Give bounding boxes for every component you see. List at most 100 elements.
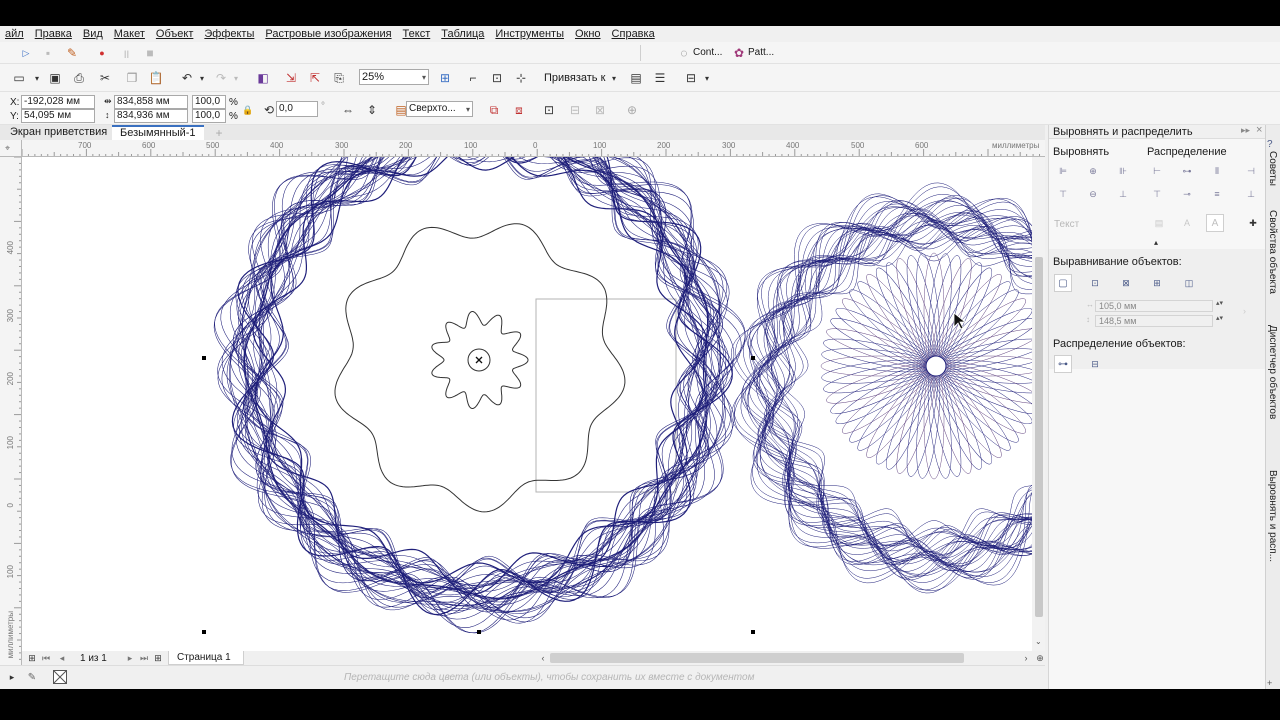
order-select[interactable]: Сверхто... ▾ <box>406 101 473 117</box>
lock-ratio-icon[interactable]: 🔒 <box>240 102 256 118</box>
record-macro-icon[interactable]: ✎ <box>64 45 80 61</box>
wavy-outline-shape[interactable] <box>334 223 626 513</box>
align-point-icon[interactable]: ◫ <box>1182 276 1196 290</box>
scroll-left-icon[interactable]: ‹ <box>535 650 551 666</box>
import-icon[interactable]: ⇲ <box>283 70 299 86</box>
chevron-down-icon[interactable]: ▾ <box>606 70 622 86</box>
contour-tab[interactable]: Cont... <box>693 47 722 58</box>
add-docker-icon[interactable]: + <box>1267 678 1272 688</box>
redo-icon[interactable]: ↷ <box>213 70 229 86</box>
undo-dropdown-icon[interactable]: ▾ <box>194 70 210 86</box>
align-y-field[interactable]: 148,5 мм <box>1095 315 1213 327</box>
y-position-field[interactable]: 54,095 мм <box>21 109 95 123</box>
options-icon[interactable]: ▤ <box>628 70 644 86</box>
zoom-select[interactable]: 25% ▾ <box>359 69 429 85</box>
text-baseline-icon[interactable]: ▤ <box>1152 216 1166 230</box>
redo-dropdown-icon[interactable]: ▾ <box>228 70 244 86</box>
x-position-field[interactable]: -192,028 мм <box>21 95 95 109</box>
vertical-ruler[interactable]: 400 300 200 100 0 100 миллиметры <box>0 157 22 665</box>
side-tab-hints[interactable]: Советы <box>1267 151 1278 186</box>
menu-effects[interactable]: Эффекты <box>199 28 260 40</box>
prev-page-icon[interactable]: ◂ <box>54 650 70 666</box>
align-x-field[interactable]: 105,0 мм <box>1095 300 1213 312</box>
cut-icon[interactable]: ✂ <box>97 70 113 86</box>
scale-height-field[interactable]: 100,0 <box>192 109 226 123</box>
grid-icon[interactable]: ⊡ <box>489 70 505 86</box>
undo-icon[interactable]: ↶ <box>179 70 195 86</box>
distribute-center-h-icon[interactable]: ⊶ <box>1180 164 1194 178</box>
copy-icon[interactable]: ❐ <box>124 70 140 86</box>
pause-icon[interactable]: ॥ <box>118 45 134 61</box>
distribute-left-icon[interactable]: ⊢ <box>1150 164 1164 178</box>
zoom-navigator-icon[interactable]: ⊕ <box>1032 650 1048 666</box>
angle-field[interactable]: 0,0 <box>276 101 318 117</box>
launch-icon[interactable]: ⊟ <box>683 70 699 86</box>
rulers-icon[interactable]: ⌐ <box>465 70 481 86</box>
palette-menu-icon[interactable]: ▸ <box>4 669 20 685</box>
menu-view[interactable]: Вид <box>78 28 109 40</box>
distribute-right-icon[interactable]: ⊣ <box>1244 164 1258 178</box>
stop-icon[interactable]: ▪ <box>40 45 56 61</box>
align-grid-icon[interactable]: ⊞ <box>1150 276 1164 290</box>
menu-edit[interactable]: Правка <box>30 28 78 40</box>
side-tab-object-manager[interactable]: Диспетчер объектов <box>1267 325 1278 419</box>
mirror-vertical-icon[interactable]: ⇕ <box>364 102 380 118</box>
publish-pdf-icon[interactable]: ⎘ <box>331 70 347 86</box>
no-color-swatch[interactable] <box>53 670 67 684</box>
snap-to-button[interactable]: Привязать к <box>544 72 605 84</box>
menu-bitmaps[interactable]: Растровые изображения <box>260 28 397 40</box>
tab-welcome-screen[interactable]: Экран приветствия <box>2 125 115 140</box>
align-page-edge-icon[interactable]: ⊡ <box>1088 276 1102 290</box>
page-tab[interactable]: Страница 1 <box>168 651 244 665</box>
pattern-tab[interactable]: Patt... <box>748 47 774 58</box>
side-tab-object-properties[interactable]: Свойства объекта <box>1267 210 1278 294</box>
menu-tools[interactable]: Инструменты <box>490 28 570 40</box>
menu-window[interactable]: Окно <box>570 28 607 40</box>
collapse-icon[interactable]: ▸▸ <box>1241 125 1250 136</box>
add-tab-icon[interactable]: + <box>211 125 227 141</box>
menu-object[interactable]: Объект <box>151 28 199 40</box>
menu-file[interactable]: айл <box>0 28 30 40</box>
scale-width-field[interactable]: 100,0 <box>192 95 226 109</box>
play-icon[interactable]: ▷ <box>18 45 34 61</box>
paste-icon[interactable]: 📋 <box>148 70 164 86</box>
distribute-selection-button[interactable]: ⊶ <box>1054 355 1072 373</box>
menu-layout[interactable]: Макет <box>109 28 151 40</box>
add-page-after-icon[interactable]: ⊞ <box>150 650 166 666</box>
side-tab-align-distribute[interactable]: Выровнять и расп... <box>1267 470 1278 562</box>
width-field[interactable]: 834,858 мм <box>114 95 188 109</box>
combine-icon[interactable]: ⊡ <box>541 102 557 118</box>
pin-icon[interactable]: ✚ <box>1246 216 1260 230</box>
align-right-icon[interactable]: ⊪ <box>1116 164 1130 178</box>
distribute-page-icon[interactable]: ⊟ <box>1088 357 1102 371</box>
align-active-objects-button[interactable]: ▢ <box>1054 274 1072 292</box>
align-center-v-icon[interactable]: ⊖ <box>1086 187 1100 201</box>
drawing-canvas[interactable] <box>22 157 1032 651</box>
chevron-down-icon[interactable]: ▾ <box>29 70 45 86</box>
horizontal-ruler[interactable]: 700 600 500 400 300 200 100 0 100 200 30… <box>22 140 1045 157</box>
break-apart-icon[interactable]: ⊟ <box>567 102 583 118</box>
align-page-center-icon[interactable]: ⊠ <box>1119 276 1133 290</box>
add-icon[interactable]: ⊕ <box>624 102 640 118</box>
vertical-scroll-thumb[interactable] <box>1035 257 1043 617</box>
new-icon[interactable]: ▭ <box>11 70 27 86</box>
menu-text[interactable]: Текст <box>398 28 437 40</box>
align-bottom-icon[interactable]: ⊥ <box>1116 187 1130 201</box>
chevron-up-icon[interactable]: ▴ <box>1154 238 1158 247</box>
align-center-h-icon[interactable]: ⊕ <box>1086 164 1100 178</box>
group-icon[interactable]: ⧉ <box>486 102 502 118</box>
first-page-icon[interactable]: ⏮ <box>38 650 54 666</box>
star-shape[interactable] <box>431 311 529 409</box>
align-top-icon[interactable]: ⊤ <box>1056 187 1070 201</box>
guidelines-icon[interactable]: ⊹ <box>513 70 529 86</box>
print-icon[interactable]: ⎙ <box>71 70 87 86</box>
horizontal-scroll-thumb[interactable] <box>550 653 964 663</box>
distribute-center-v-icon[interactable]: ⊸ <box>1180 187 1194 201</box>
height-field[interactable]: 834,936 мм <box>114 109 188 123</box>
text-frame-button[interactable]: A <box>1206 214 1224 232</box>
distribute-bottom-icon[interactable]: ⊥ <box>1244 187 1258 201</box>
mirror-horizontal-icon[interactable]: ⇔ <box>340 102 356 118</box>
save-icon[interactable]: ▣ <box>47 70 63 86</box>
chevron-down-icon[interactable]: ▾ <box>699 70 715 86</box>
record-icon[interactable]: ● <box>94 45 110 61</box>
